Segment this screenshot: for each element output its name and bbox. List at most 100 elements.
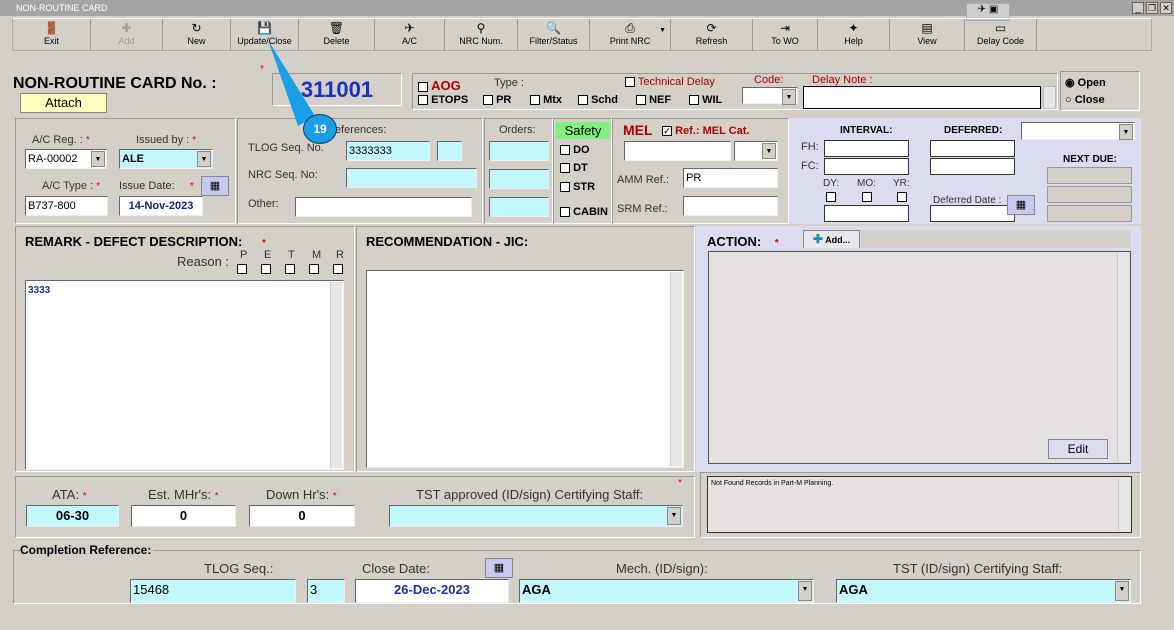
action-scrollbar[interactable] bbox=[1117, 253, 1129, 462]
issue-date-input[interactable]: 14-Nov-2023 bbox=[119, 196, 203, 216]
do-checkbox[interactable]: DO bbox=[560, 144, 590, 156]
toolbar-button-label: Delay Code bbox=[976, 36, 1025, 46]
message-scrollbar[interactable] bbox=[1118, 478, 1130, 531]
completion-title: Completion Reference: bbox=[20, 543, 154, 557]
toolbar-nrc-num-button[interactable]: ⚲ NRC Num. bbox=[445, 19, 518, 50]
toolbar-refresh-button[interactable]: ⟳ Refresh bbox=[671, 19, 753, 50]
order-input-3[interactable] bbox=[489, 197, 549, 217]
yr-label: YR: bbox=[893, 178, 910, 189]
other-input[interactable] bbox=[295, 197, 472, 217]
mel-cat-select[interactable]: ▼ bbox=[734, 141, 778, 161]
order-input-1[interactable] bbox=[489, 141, 549, 161]
amm-ref-input[interactable]: PR bbox=[683, 168, 778, 188]
fc-input[interactable] bbox=[824, 158, 909, 175]
delay-note-spinner[interactable] bbox=[1043, 86, 1056, 109]
mtx-checkbox[interactable]: Mtx bbox=[530, 94, 562, 106]
ac-type-label: A/C Type : * bbox=[42, 180, 101, 192]
reason-e-checkbox[interactable] bbox=[261, 264, 271, 274]
minimize-button[interactable]: _ bbox=[1132, 2, 1144, 14]
ac-type-input[interactable]: B737-800 bbox=[25, 196, 108, 216]
dt-checkbox[interactable]: DT bbox=[560, 162, 588, 174]
yr-checkbox[interactable] bbox=[897, 192, 907, 202]
mel-ref-input[interactable] bbox=[624, 141, 731, 161]
toolbar-delay-code-button[interactable]: ▭ Delay Code bbox=[965, 19, 1037, 50]
est-mhrs-input[interactable]: 0 bbox=[131, 505, 236, 527]
toolbar-exit-button[interactable]: 🚪 Exit bbox=[13, 19, 91, 50]
deferred-date-calendar-button[interactable]: ▦ bbox=[1007, 195, 1035, 215]
cabin-checkbox[interactable]: CABIN bbox=[560, 206, 608, 218]
reason-t-checkbox[interactable] bbox=[285, 264, 295, 274]
aog-checkbox[interactable]: AOG bbox=[418, 78, 461, 93]
fh-input[interactable] bbox=[824, 140, 909, 157]
completion-tst-select[interactable]: AGA ▼ bbox=[836, 579, 1131, 603]
dy-checkbox[interactable] bbox=[826, 192, 836, 202]
str-checkbox[interactable]: STR bbox=[560, 181, 595, 193]
deferred-fh-input[interactable] bbox=[930, 140, 1015, 157]
toolbar-a-c-button[interactable]: ✈ A/C bbox=[375, 19, 445, 50]
issue-date-calendar-button[interactable]: ▦ bbox=[201, 176, 229, 196]
reason-p-checkbox[interactable] bbox=[237, 264, 247, 274]
pr-checkbox[interactable]: PR bbox=[483, 94, 511, 106]
down-hrs-input[interactable]: 0 bbox=[249, 505, 355, 527]
close-window-button[interactable]: ✕ bbox=[1160, 2, 1172, 14]
planning-message: Not Found Records in Part-M Planning. bbox=[707, 476, 1132, 533]
srm-ref-input[interactable] bbox=[683, 196, 778, 216]
recommendation-scrollbar[interactable] bbox=[670, 272, 682, 466]
mel-ref-checkbox[interactable]: ✓ Ref.: MEL Cat. bbox=[662, 125, 749, 137]
reason-r-checkbox[interactable] bbox=[333, 264, 343, 274]
recommendation-textarea[interactable] bbox=[366, 270, 684, 468]
close-date-calendar-button[interactable]: ▦ bbox=[485, 558, 513, 578]
interval-date-input[interactable] bbox=[824, 205, 909, 222]
remark-textarea[interactable]: 3333 bbox=[25, 280, 344, 470]
remark-scrollbar[interactable] bbox=[330, 282, 342, 468]
tlog-seq-input[interactable]: 3333333 bbox=[346, 141, 430, 161]
toolbar-filter-status-button[interactable]: 🔍 Filter/Status bbox=[518, 19, 590, 50]
nef-checkbox[interactable]: NEF bbox=[636, 94, 671, 106]
deferred-select[interactable]: ▼ bbox=[1021, 122, 1135, 140]
nrc-seq-input[interactable] bbox=[346, 168, 477, 188]
ac-reg-select[interactable]: RA-00002 ▼ bbox=[25, 149, 107, 169]
close-radio[interactable]: ○ Close bbox=[1065, 94, 1105, 106]
close-date-input[interactable]: 26-Dec-2023 bbox=[355, 579, 509, 603]
mech-select[interactable]: AGA ▼ bbox=[519, 579, 814, 603]
nrc-seq-label: NRC Seq. No: bbox=[248, 169, 318, 181]
deferred-fc-input[interactable] bbox=[930, 158, 1015, 175]
toolbar-to-wo-button[interactable]: ⇥ To WO bbox=[753, 19, 818, 50]
order-input-2[interactable] bbox=[489, 169, 549, 189]
issue-date-label: Issue Date: * bbox=[119, 180, 194, 192]
toolbar-add-button[interactable]: ✚ Add bbox=[91, 19, 163, 50]
completion-tlog-suffix-input[interactable]: 3 bbox=[307, 579, 345, 603]
reason-m-checkbox[interactable] bbox=[309, 264, 319, 274]
wil-checkbox[interactable]: WIL bbox=[689, 94, 722, 106]
toolbar-print-nrc-button[interactable]: ⎙ Print NRC ▼ bbox=[590, 19, 671, 50]
completion-tlog-input[interactable]: 15468 bbox=[130, 579, 296, 603]
print-dropdown-icon[interactable]: ▼ bbox=[659, 27, 666, 34]
open-radio[interactable]: ◉ Open bbox=[1065, 76, 1106, 89]
reason-e-label: E bbox=[264, 249, 272, 261]
issued-by-select[interactable]: ALE ▼ bbox=[119, 149, 213, 169]
toolbar-view-button[interactable]: ▤ View bbox=[890, 19, 965, 50]
toolbar-help-button[interactable]: ✦ Help bbox=[818, 19, 890, 50]
delay-note-input[interactable] bbox=[803, 86, 1041, 109]
action-add-button[interactable]: ✚ Add... bbox=[803, 230, 860, 248]
toolbar-button-label: New bbox=[187, 36, 206, 46]
technical-delay-checkbox[interactable]: Technical Delay bbox=[625, 76, 715, 88]
action-textarea[interactable] bbox=[708, 251, 1131, 464]
to-wo-icon: ⇥ bbox=[779, 21, 791, 35]
deferred-date-input[interactable] bbox=[930, 205, 1015, 222]
toolbar-new-button[interactable]: ↻ New bbox=[163, 19, 231, 50]
schd-checkbox[interactable]: Schd bbox=[578, 94, 618, 106]
attach-button[interactable]: Attach bbox=[20, 93, 107, 113]
etops-checkbox[interactable]: ETOPS bbox=[418, 94, 468, 106]
mo-checkbox[interactable] bbox=[862, 192, 872, 202]
ata-input[interactable]: 06-30 bbox=[26, 505, 119, 527]
tst-approved-select[interactable]: ▼ bbox=[389, 505, 683, 527]
reason-t-label: T bbox=[288, 249, 295, 261]
orders-label: Orders: bbox=[499, 124, 536, 136]
code-select[interactable]: ▼ bbox=[742, 87, 798, 105]
toolbar: 🚪 Exit ✚ Add ↻ New 💾 Update/Close 🗑 Delete ✈ A/C ⚲ NR… bbox=[12, 18, 1152, 51]
ac-reg-label: A/C Reg. : * bbox=[32, 134, 90, 146]
tlog-seq-suffix-input[interactable] bbox=[437, 141, 462, 161]
restore-button[interactable]: ❐ bbox=[1146, 2, 1158, 14]
edit-button[interactable]: Edit bbox=[1048, 439, 1108, 459]
